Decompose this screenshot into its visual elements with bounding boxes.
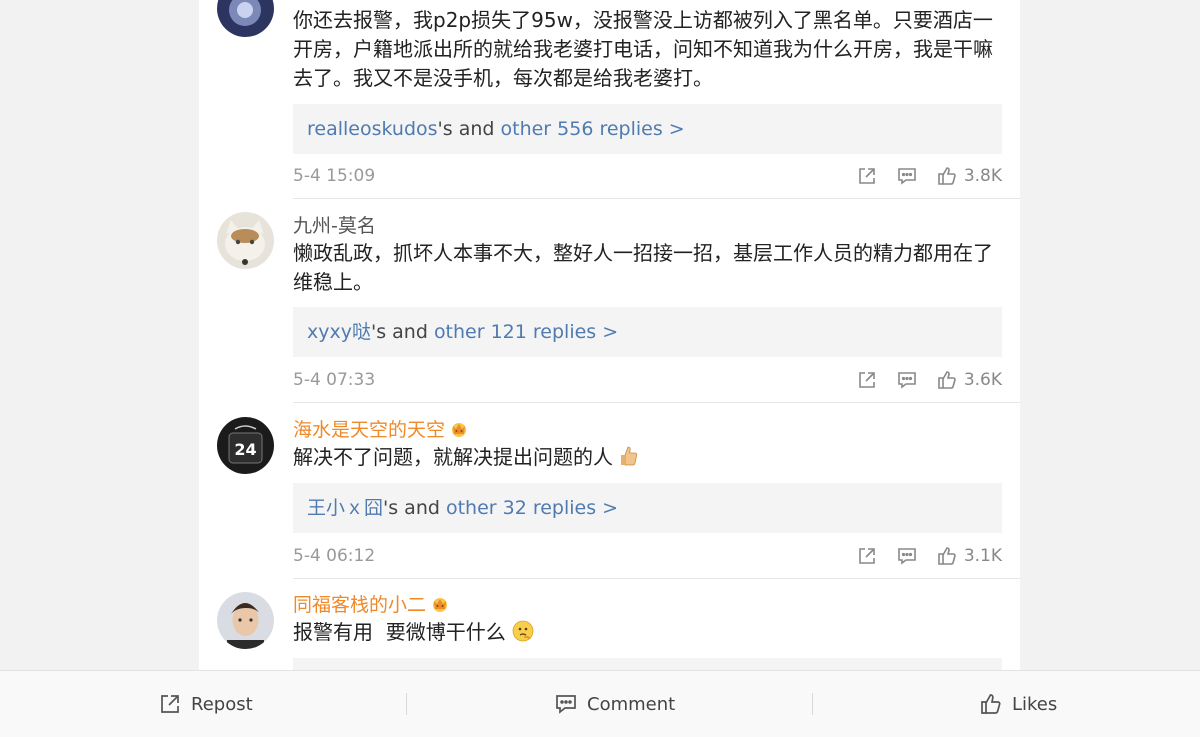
replies-preview[interactable]: realleoskudos's and other 556 replies > <box>293 104 1002 154</box>
divider <box>293 198 1020 199</box>
replies-preview[interactable]: xyxy哒's and other 121 replies > <box>293 307 1002 357</box>
reply-connector: 's and <box>383 497 446 519</box>
comment-feed: 你还去报警，我p2p损失了95w，没报警没上访都被列入了黑名单。只要酒店一开房，… <box>199 0 1020 736</box>
comment-username[interactable]: 同福客栈的小二 <box>293 593 450 619</box>
reply-username[interactable]: 王小ｘ囧 <box>307 497 383 519</box>
thumbs-up-icon[interactable] <box>937 546 957 566</box>
comment-actions: 3.1K <box>857 544 1002 568</box>
more-replies-link[interactable]: other 121 replies > <box>434 321 618 343</box>
comment-text: 懒政乱政，抓坏人本事不大，整好人一招接一招，基层工作人员的精力都用在了维稳上。 <box>293 241 993 294</box>
avatar[interactable] <box>217 212 274 269</box>
share-icon[interactable] <box>857 370 877 390</box>
thinking-face-emoji-icon <box>512 620 534 650</box>
comment-icon[interactable] <box>897 546 917 566</box>
comment-icon[interactable] <box>897 166 917 186</box>
comment-bar-icon <box>555 693 577 715</box>
more-replies-link[interactable]: other 556 replies > <box>501 118 685 140</box>
comment-username[interactable]: 九州-莫名 <box>293 214 376 238</box>
username-text[interactable]: 海水是天空的天空 <box>293 419 445 441</box>
username-text[interactable]: 同福客栈的小二 <box>293 594 426 616</box>
comment-username[interactable]: 海水是天空的天空 <box>293 418 469 444</box>
comment-text-body: 解决不了问题，就解决提出问题的人 <box>293 445 613 469</box>
comment-text: 解决不了问题，就解决提出问题的人 <box>293 443 1005 475</box>
reply-connector: 's and <box>437 118 501 140</box>
comment-time: 5-4 06:12 <box>293 546 376 566</box>
comment-label: Comment <box>587 693 676 715</box>
avatar[interactable] <box>217 592 274 649</box>
comment-text: 你还去报警，我p2p损失了95w，没报警没上访都被列入了黑名单。只要酒店一开房，… <box>293 8 993 90</box>
comment-actions: 3.8K <box>857 164 1002 188</box>
comment-text: 报警有用 要微博干什么 <box>293 618 1005 650</box>
thumbs-up-icon[interactable] <box>937 166 957 186</box>
comment-text-body: 报警有用 要微博干什么 <box>293 620 506 644</box>
likes-button[interactable]: Likes <box>980 671 1057 737</box>
likes-bar-icon <box>980 693 1002 715</box>
avatar[interactable] <box>217 0 274 37</box>
reply-username[interactable]: realleoskudos <box>307 118 438 140</box>
divider <box>293 578 1020 579</box>
bottom-action-bar: Repost Comment Likes <box>0 670 1200 737</box>
replies-preview[interactable]: 王小ｘ囧's and other 32 replies > <box>293 483 1002 533</box>
comment-time: 5-4 07:33 <box>293 370 376 390</box>
reply-username[interactable]: xyxy哒 <box>307 321 371 343</box>
share-icon[interactable] <box>857 546 877 566</box>
avatar[interactable]: 24 <box>217 417 274 474</box>
thumbs-up-icon[interactable] <box>937 370 957 390</box>
bar-divider <box>406 693 407 715</box>
repost-icon <box>159 693 181 715</box>
comment-button[interactable]: Comment <box>555 671 675 737</box>
bar-divider <box>812 693 813 715</box>
likes-count: 3.1K <box>963 546 1002 566</box>
repost-label: Repost <box>191 693 253 715</box>
thumbs-up-emoji-icon <box>619 445 639 475</box>
crown-badge-icon <box>449 420 469 444</box>
reply-connector: 's and <box>370 321 434 343</box>
more-replies-link[interactable]: other 32 replies > <box>446 497 618 519</box>
svg-text:24: 24 <box>234 440 256 459</box>
likes-label: Likes <box>1012 693 1058 715</box>
divider <box>293 402 1020 403</box>
repost-button[interactable]: Repost <box>159 671 253 737</box>
comment-actions: 3.6K <box>857 368 1002 392</box>
comment-icon[interactable] <box>897 370 917 390</box>
likes-count: 3.6K <box>963 370 1002 390</box>
share-icon[interactable] <box>857 166 877 186</box>
crown-badge-icon <box>430 595 450 619</box>
likes-count: 3.8K <box>963 166 1002 186</box>
comment-time: 5-4 15:09 <box>293 166 376 186</box>
